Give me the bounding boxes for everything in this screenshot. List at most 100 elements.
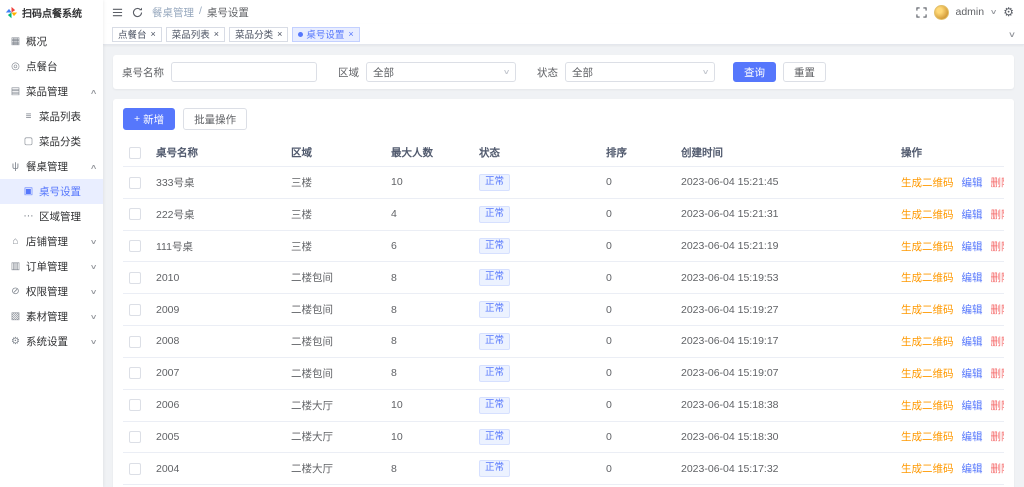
cell-status: 正常 bbox=[473, 453, 600, 485]
select-all-checkbox[interactable] bbox=[129, 147, 141, 159]
sidebar-item-area-management[interactable]: ⋯区域管理 bbox=[0, 204, 103, 229]
fullscreen-icon[interactable] bbox=[916, 7, 927, 18]
generate-qrcode-link[interactable]: 生成二维码 bbox=[901, 304, 954, 316]
row-checkbox[interactable] bbox=[129, 431, 141, 443]
add-button[interactable]: + 新增 bbox=[123, 108, 175, 130]
order-management-icon: ▥ bbox=[10, 261, 21, 272]
edit-link[interactable]: 编辑 bbox=[962, 272, 983, 284]
sidebar-item-dish-category[interactable]: ▢菜品分类 bbox=[0, 129, 103, 154]
cell-area: 二楼大厅 bbox=[285, 453, 385, 485]
generate-qrcode-link[interactable]: 生成二维码 bbox=[901, 400, 954, 412]
cell-max-people: 8 bbox=[385, 294, 473, 326]
hamburger-icon[interactable] bbox=[112, 7, 123, 18]
app-title: 扫码点餐系统 bbox=[22, 5, 82, 20]
cell-table-name: 111号桌 bbox=[150, 230, 285, 262]
generate-qrcode-link[interactable]: 生成二维码 bbox=[901, 272, 954, 284]
sidebar-item-order-management[interactable]: ▥订单管理∨ bbox=[0, 254, 103, 279]
row-select-cell bbox=[123, 198, 150, 230]
delete-link[interactable]: 删除 bbox=[991, 368, 1005, 380]
cell-area: 二楼大厅 bbox=[285, 389, 385, 421]
dish-list-icon: ≡ bbox=[23, 111, 34, 122]
table-name-filter-input[interactable] bbox=[171, 62, 317, 82]
close-icon[interactable]: × bbox=[214, 29, 219, 39]
edit-link[interactable]: 编辑 bbox=[962, 463, 983, 475]
cell-area: 二楼包间 bbox=[285, 326, 385, 358]
row-checkbox[interactable] bbox=[129, 304, 141, 316]
sidebar-item-dish-list[interactable]: ≡菜品列表 bbox=[0, 104, 103, 129]
sidebar-item-label: 菜品管理 bbox=[26, 84, 68, 99]
row-checkbox[interactable] bbox=[129, 240, 141, 252]
edit-link[interactable]: 编辑 bbox=[962, 241, 983, 253]
edit-link[interactable]: 编辑 bbox=[962, 177, 983, 189]
sidebar-item-store-management[interactable]: ⌂店铺管理∨ bbox=[0, 229, 103, 254]
tab-dish-category[interactable]: 菜品分类× bbox=[229, 27, 288, 42]
sidebar-item-permission-management[interactable]: ⊘权限管理∨ bbox=[0, 279, 103, 304]
search-button[interactable]: 查询 bbox=[733, 62, 776, 82]
generate-qrcode-link[interactable]: 生成二维码 bbox=[901, 209, 954, 221]
sidebar-item-order-desk[interactable]: ◎点餐台 bbox=[0, 54, 103, 79]
tabs-chevron-down-icon[interactable]: ∨ bbox=[1008, 30, 1016, 39]
tab-dish-list[interactable]: 菜品列表× bbox=[166, 27, 225, 42]
row-checkbox[interactable] bbox=[129, 463, 141, 475]
sidebar-item-overview[interactable]: ▦概况 bbox=[0, 29, 103, 54]
row-checkbox[interactable] bbox=[129, 272, 141, 284]
row-checkbox[interactable] bbox=[129, 367, 141, 379]
edit-link[interactable]: 编辑 bbox=[962, 304, 983, 316]
sidebar-item-dish-management[interactable]: ▤菜品管理∧ bbox=[0, 79, 103, 104]
column-header: 操作 bbox=[895, 139, 1004, 167]
edit-link[interactable]: 编辑 bbox=[962, 336, 983, 348]
avatar[interactable] bbox=[934, 5, 949, 20]
area-filter-select[interactable]: 全部 ∨ bbox=[366, 62, 516, 82]
chevron-down-icon: ∨ bbox=[90, 263, 98, 271]
edit-link[interactable]: 编辑 bbox=[962, 368, 983, 380]
sidebar-item-table-management[interactable]: ψ餐桌管理∧ bbox=[0, 154, 103, 179]
close-icon[interactable]: × bbox=[348, 29, 353, 39]
delete-link[interactable]: 删除 bbox=[991, 177, 1005, 189]
status-filter-select[interactable]: 全部 ∨ bbox=[565, 62, 715, 82]
gear-icon[interactable]: ⚙ bbox=[1003, 6, 1014, 18]
sidebar-item-material-management[interactable]: ▧素材管理∨ bbox=[0, 304, 103, 329]
tab-order-desk[interactable]: 点餐台× bbox=[112, 27, 162, 42]
delete-link[interactable]: 删除 bbox=[991, 304, 1005, 316]
sidebar-item-table-settings[interactable]: ▣桌号设置 bbox=[0, 179, 103, 204]
chevron-up-icon: ∧ bbox=[90, 163, 98, 171]
row-checkbox[interactable] bbox=[129, 177, 141, 189]
cell-max-people: 10 bbox=[385, 421, 473, 453]
batch-actions-button[interactable]: 批量操作 bbox=[183, 108, 247, 130]
active-tab-dot-icon bbox=[298, 32, 303, 37]
generate-qrcode-link[interactable]: 生成二维码 bbox=[901, 177, 954, 189]
delete-link[interactable]: 删除 bbox=[991, 400, 1005, 412]
delete-link[interactable]: 删除 bbox=[991, 241, 1005, 253]
row-checkbox[interactable] bbox=[129, 399, 141, 411]
delete-link[interactable]: 删除 bbox=[991, 272, 1005, 284]
close-icon[interactable]: × bbox=[277, 29, 282, 39]
delete-link[interactable]: 删除 bbox=[991, 209, 1005, 221]
close-icon[interactable]: × bbox=[151, 29, 156, 39]
edit-link[interactable]: 编辑 bbox=[962, 400, 983, 412]
delete-link[interactable]: 删除 bbox=[991, 431, 1005, 443]
reset-button[interactable]: 重置 bbox=[783, 62, 826, 82]
breadcrumb-root[interactable]: 餐桌管理 bbox=[152, 5, 194, 20]
chevron-up-icon: ∧ bbox=[90, 88, 98, 96]
generate-qrcode-link[interactable]: 生成二维码 bbox=[901, 241, 954, 253]
refresh-icon[interactable] bbox=[132, 7, 143, 18]
cell-sort: 0 bbox=[600, 453, 675, 485]
edit-link[interactable]: 编辑 bbox=[962, 431, 983, 443]
edit-link[interactable]: 编辑 bbox=[962, 209, 983, 221]
generate-qrcode-link[interactable]: 生成二维码 bbox=[901, 368, 954, 380]
generate-qrcode-link[interactable]: 生成二维码 bbox=[901, 463, 954, 475]
username[interactable]: admin bbox=[956, 6, 985, 18]
delete-link[interactable]: 删除 bbox=[991, 463, 1005, 475]
cell-actions: 生成二维码编辑删除 bbox=[895, 389, 1004, 421]
generate-qrcode-link[interactable]: 生成二维码 bbox=[901, 336, 954, 348]
sidebar-item-system-settings[interactable]: ⚙系统设置∨ bbox=[0, 329, 103, 354]
cell-status: 正常 bbox=[473, 357, 600, 389]
row-checkbox[interactable] bbox=[129, 336, 141, 348]
delete-link[interactable]: 删除 bbox=[991, 336, 1005, 348]
generate-qrcode-link[interactable]: 生成二维码 bbox=[901, 431, 954, 443]
row-checkbox[interactable] bbox=[129, 208, 141, 220]
status-badge: 正常 bbox=[479, 269, 510, 286]
tab-table-settings[interactable]: 桌号设置× bbox=[292, 27, 359, 42]
status-badge: 正常 bbox=[479, 460, 510, 477]
cell-actions: 生成二维码编辑删除 bbox=[895, 357, 1004, 389]
